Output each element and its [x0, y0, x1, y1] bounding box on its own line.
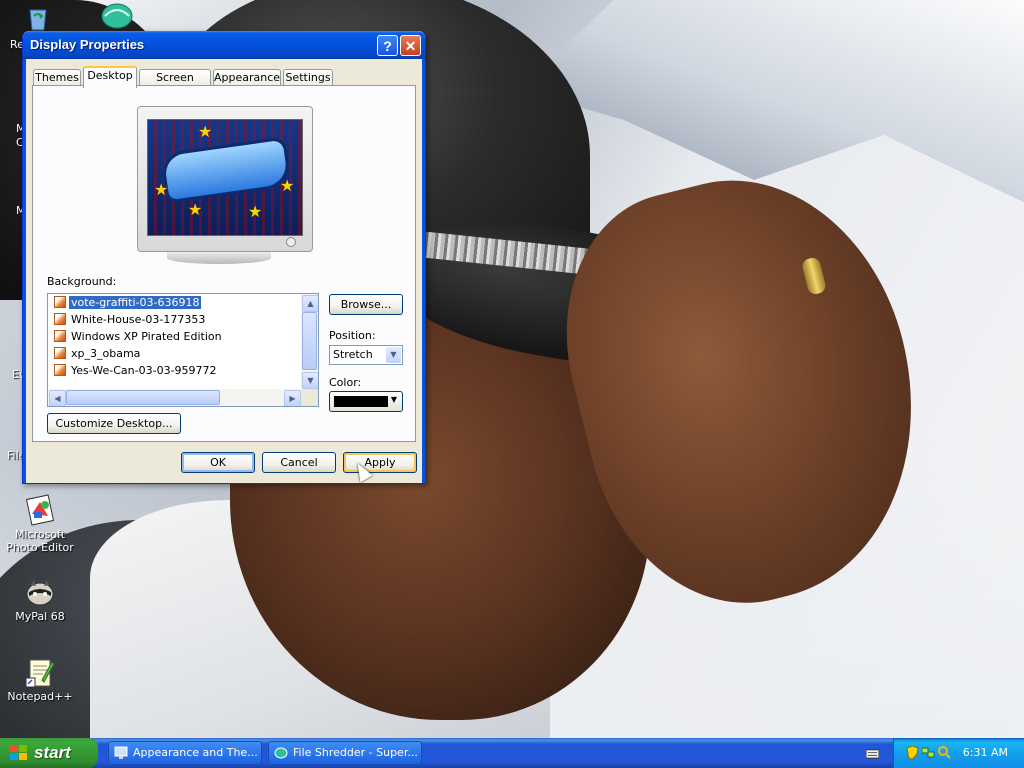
scroll-corner	[301, 389, 318, 406]
tab-desktop[interactable]: Desktop	[83, 66, 137, 88]
list-item[interactable]: Yes-We-Can-03-03-959772	[54, 363, 219, 379]
desktop-icon-label: Microsoft	[14, 528, 66, 541]
color-swatch	[334, 396, 388, 407]
scroll-down-button[interactable]: ▼	[302, 372, 318, 389]
shredder-icon	[274, 747, 288, 759]
position-select[interactable]: Stretch ▼	[329, 345, 403, 365]
network-icon[interactable]	[922, 746, 935, 759]
list-item[interactable]: xp_3_obama	[54, 346, 142, 362]
desktop-icon-label: Photo Editor	[6, 541, 74, 554]
monitor-preview: ★ ★ ★ ★ ★	[137, 106, 313, 252]
desktop-icon-label: Notepad++	[7, 690, 73, 703]
horizontal-scrollbar[interactable]: ◀ ▶	[48, 389, 302, 406]
cancel-button[interactable]: Cancel	[262, 452, 336, 473]
image-file-icon	[54, 364, 66, 376]
position-value: Stretch	[333, 348, 373, 361]
globe-icon	[101, 3, 133, 29]
start-button[interactable]: start	[0, 738, 98, 768]
scroll-up-button[interactable]: ▲	[302, 295, 318, 312]
window-title: Display Properties	[30, 37, 145, 52]
taskbar: start Appearance and The... File Shredde…	[0, 738, 1024, 768]
desktop-icon-top-2[interactable]	[100, 2, 134, 32]
list-item-label: Yes-We-Can-03-03-959772	[71, 364, 217, 377]
list-item-label: xp_3_obama	[71, 347, 141, 360]
system-tray: 6:31 AM	[893, 738, 1024, 768]
desktop-tab-panel: ★ ★ ★ ★ ★ Background: vote-graffiti-03-6…	[32, 85, 416, 442]
chevron-down-icon: ▼	[386, 347, 401, 363]
customize-desktop-button[interactable]: Customize Desktop...	[47, 413, 181, 434]
search-icon[interactable]	[938, 746, 951, 759]
clock[interactable]: 6:31 AM	[963, 746, 1008, 759]
image-file-icon	[54, 296, 66, 308]
close-button[interactable]: ✕	[400, 35, 421, 56]
start-label: start	[34, 743, 71, 762]
list-item-label: vote-graffiti-03-636918	[69, 296, 202, 309]
scroll-right-button[interactable]: ▶	[284, 390, 301, 406]
close-icon: ✕	[404, 38, 417, 54]
list-item-label: White-House-03-177353	[71, 313, 206, 326]
desktop-icon-photo-editor[interactable]: Microsoft Photo Editor	[2, 494, 78, 554]
monitor-power-icon	[286, 237, 296, 247]
desktop-icon-label: MyPal 68	[15, 610, 65, 623]
background-label: Background:	[47, 275, 117, 288]
recycle-bin-icon	[29, 9, 47, 31]
vertical-scrollbar[interactable]: ▲ ▼	[301, 294, 318, 389]
scroll-left-button[interactable]: ◀	[49, 390, 66, 406]
security-shield-icon[interactable]	[906, 746, 919, 759]
color-picker-button[interactable]: ▼	[329, 391, 403, 412]
image-file-icon	[54, 313, 66, 325]
browse-button[interactable]: Browse...	[329, 294, 403, 315]
chevron-down-icon: ▼	[390, 395, 397, 404]
desktop-icon-recycle-bin[interactable]	[24, 4, 52, 32]
window-border-left	[23, 59, 26, 483]
help-button[interactable]: ?	[377, 35, 398, 56]
monitor-stand	[167, 252, 271, 264]
vertical-scroll-thumb[interactable]	[302, 312, 317, 370]
photo-editor-icon	[24, 494, 56, 526]
list-item[interactable]: White-House-03-177353	[54, 312, 207, 328]
color-label: Color:	[329, 376, 362, 389]
taskbar-button-label: Appearance and The...	[133, 746, 258, 759]
position-label: Position:	[329, 329, 376, 342]
windows-logo-icon	[10, 745, 28, 761]
taskbar-button-appearance[interactable]: Appearance and The...	[108, 741, 262, 765]
desktop-icon-mypal[interactable]: MyPal 68	[2, 576, 78, 623]
raccoon-icon	[24, 576, 56, 608]
keyboard-icon[interactable]	[866, 747, 879, 760]
background-list[interactable]: vote-graffiti-03-636918 White-House-03-1…	[47, 293, 319, 407]
display-icon	[114, 746, 128, 759]
title-bar[interactable]: Display Properties ? ✕	[23, 31, 425, 59]
notepad-icon	[24, 656, 56, 688]
desktop-icon-notepad-plus[interactable]: Notepad++	[2, 656, 78, 703]
image-file-icon	[54, 347, 66, 359]
taskbar-button-file-shredder[interactable]: File Shredder - Super...	[268, 741, 422, 765]
list-item[interactable]: Windows XP Pirated Edition	[54, 329, 224, 345]
list-item-label: Windows XP Pirated Edition	[71, 330, 222, 343]
window-border-right	[422, 59, 425, 483]
horizontal-scroll-thumb[interactable]	[66, 390, 220, 405]
display-properties-window: Display Properties ? ✕ Themes Desktop Sc…	[22, 31, 426, 484]
list-item[interactable]: vote-graffiti-03-636918	[54, 295, 202, 311]
taskbar-button-label: File Shredder - Super...	[293, 746, 418, 759]
ok-button[interactable]: OK	[181, 452, 255, 473]
wallpaper-preview: ★ ★ ★ ★ ★	[147, 119, 303, 236]
image-file-icon	[54, 330, 66, 342]
